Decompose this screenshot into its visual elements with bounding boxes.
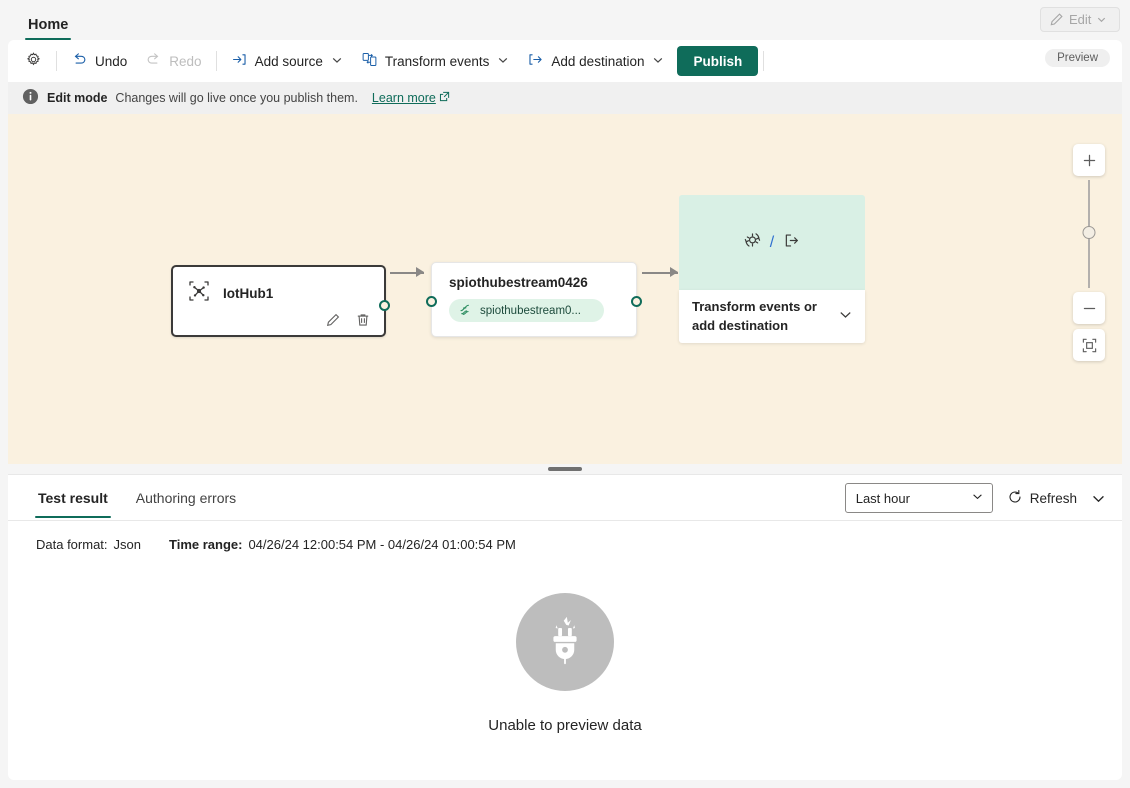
preview-badge-label: Preview: [1057, 52, 1098, 64]
more-options-button[interactable]: [1091, 491, 1106, 506]
edit-button[interactable]: Edit: [1040, 7, 1120, 32]
source-node-header: IotHub1: [173, 267, 384, 308]
bottom-panel: Test result Authoring errors Last hour R…: [8, 474, 1122, 780]
tab-authoring-errors[interactable]: Authoring errors: [128, 477, 244, 518]
chevron-down-icon: [971, 490, 984, 506]
stream-icon: [458, 302, 473, 320]
toolbar-separator: [56, 51, 57, 71]
iot-hub-icon: [187, 279, 211, 308]
tab-test-result[interactable]: Test result: [30, 477, 116, 518]
icon-separator: /: [769, 233, 775, 251]
add-transform-or-destination-node[interactable]: / Transform events or add destination: [679, 195, 865, 343]
transform-icon: [742, 230, 763, 256]
undo-label: Undo: [95, 53, 128, 69]
destination-node-body[interactable]: Transform events or add destination: [679, 290, 865, 343]
stream-node-output-port[interactable]: [631, 296, 642, 307]
app-window: Home Edit Undo Redo Add source Transform…: [0, 0, 1130, 788]
external-link-icon: [439, 91, 450, 105]
time-range-select[interactable]: Last hour: [844, 483, 993, 513]
canvas-container: IotHub1 spiothubestream0426 spiothubestr…: [0, 114, 1130, 470]
pencil-icon[interactable]: [324, 311, 342, 329]
trash-icon[interactable]: [354, 311, 372, 329]
panel-splitter[interactable]: [0, 464, 1130, 474]
tab-home-label: Home: [28, 17, 69, 33]
eventstream-canvas[interactable]: IotHub1 spiothubestream0426 spiothubestr…: [8, 114, 1122, 470]
edit-mode-info-bar: Edit mode Changes will go live once you …: [8, 82, 1122, 114]
command-bar-container: Undo Redo Add source Transform events Ad…: [0, 40, 1130, 82]
stream-node-pill-label: spiothubestream0...: [480, 304, 582, 317]
publish-button[interactable]: Publish: [677, 46, 759, 76]
add-source-label: Add source: [254, 53, 323, 69]
destination-icon: [781, 230, 802, 256]
transform-events-button[interactable]: Transform events: [352, 46, 519, 76]
stream-node-input-port[interactable]: [426, 296, 437, 307]
splitter-grip: [548, 467, 582, 471]
source-node-output-port[interactable]: [379, 300, 390, 311]
publish-label: Publish: [693, 53, 743, 69]
zoom-slider-thumb[interactable]: [1082, 226, 1096, 239]
edit-button-label: Edit: [1069, 12, 1092, 27]
undo-icon: [71, 51, 88, 71]
edge-arrow-source-to-stream: [416, 267, 424, 277]
edge-arrow-stream-to-destination: [670, 267, 678, 277]
redo-icon: [145, 51, 162, 71]
zoom-out-button[interactable]: [1073, 292, 1105, 324]
add-destination-icon: [527, 51, 544, 71]
gear-icon: [25, 51, 42, 71]
stream-node-spiothubestream0426[interactable]: spiothubestream0426 spiothubestream0...: [426, 262, 642, 337]
refresh-icon: [1007, 489, 1023, 508]
add-destination-label: Add destination: [551, 53, 645, 69]
empty-state-text: Unable to preview data: [488, 716, 642, 734]
add-source-icon: [231, 51, 248, 71]
source-node-iothub1[interactable]: IotHub1: [171, 265, 390, 337]
transform-events-label: Transform events: [384, 53, 490, 69]
unplugged-icon: [516, 592, 614, 691]
bottom-panel-tabs: Test result Authoring errors Last hour R…: [8, 475, 1122, 521]
chevron-down-icon: [497, 54, 509, 69]
add-destination-button[interactable]: Add destination: [518, 46, 673, 76]
stream-node-title: spiothubestream0426: [449, 275, 588, 290]
chevron-down-icon: [331, 54, 343, 69]
chevron-down-icon[interactable]: [838, 307, 853, 327]
stream-node-pill[interactable]: spiothubestream0...: [449, 299, 604, 322]
tab-test-result-label: Test result: [38, 490, 108, 506]
preview-badge: Preview: [1045, 49, 1110, 67]
zoom-in-button[interactable]: [1073, 144, 1105, 176]
destination-node-label: Transform events or add destination: [692, 298, 817, 333]
learn-more-label: Learn more: [371, 91, 436, 105]
redo-label: Redo: [169, 53, 202, 69]
time-range-select-value: Last hour: [855, 490, 910, 506]
zoom-slider[interactable]: [1073, 176, 1105, 292]
toolbar-separator: [763, 51, 765, 71]
source-node-title: IotHub1: [223, 286, 274, 301]
pencil-icon: [1049, 12, 1064, 27]
info-bar-container: Edit mode Changes will go live once you …: [0, 82, 1130, 114]
tab-authoring-errors-label: Authoring errors: [135, 490, 237, 506]
tab-test-result-underline: [35, 515, 111, 518]
chevron-down-icon: [652, 54, 664, 69]
info-icon: [22, 88, 39, 108]
redo-button[interactable]: Redo: [136, 46, 210, 76]
bottom-panel-controls: Last hour Refresh: [844, 483, 1106, 513]
undo-button[interactable]: Undo: [62, 46, 136, 76]
ribbon-tabstrip: Home Edit: [0, 0, 1130, 40]
zoom-controls: [1073, 144, 1105, 361]
transform-events-icon: [361, 51, 378, 71]
settings-button[interactable]: [16, 46, 51, 76]
command-bar: Undo Redo Add source Transform events Ad…: [8, 40, 1122, 82]
fit-to-screen-button[interactable]: [1073, 329, 1105, 361]
destination-node-header: /: [679, 195, 865, 290]
edit-mode-message: Changes will go live once you publish th…: [115, 91, 358, 105]
toolbar-separator: [215, 51, 217, 71]
empty-state: Unable to preview data: [8, 546, 1122, 780]
source-node-actions: [324, 311, 372, 329]
refresh-label: Refresh: [1029, 490, 1077, 506]
edit-mode-title: Edit mode: [47, 91, 108, 105]
tab-home[interactable]: Home: [18, 11, 78, 40]
learn-more-link[interactable]: Learn more: [372, 91, 450, 105]
refresh-button[interactable]: Refresh: [1007, 489, 1077, 508]
add-source-button[interactable]: Add source: [222, 46, 352, 76]
chevron-down-icon: [1096, 14, 1107, 25]
